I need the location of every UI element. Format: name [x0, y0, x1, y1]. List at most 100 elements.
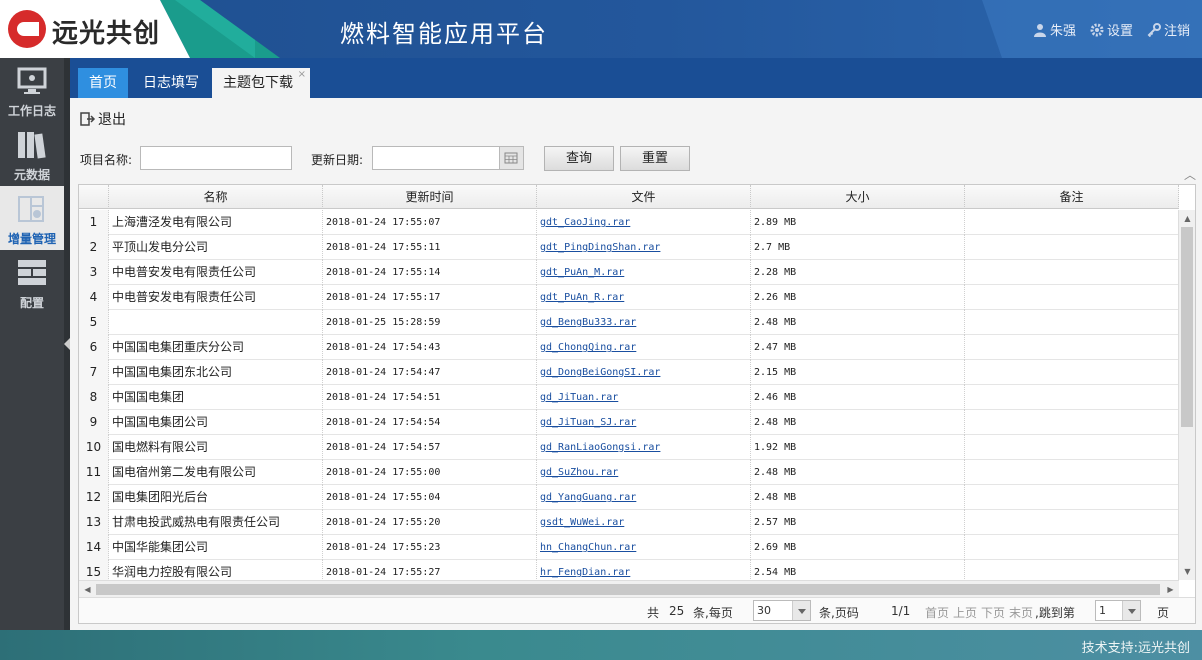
calendar-icon[interactable] — [500, 146, 524, 170]
project-name-label: 项目名称: — [80, 153, 133, 167]
table-row[interactable]: 13 甘肃电投武威热电有限责任公司 2018-01-24 17:55:20 gs… — [79, 510, 1179, 535]
table-row[interactable]: 2 平顶山发电分公司 2018-01-24 17:55:11 gdt_PingD… — [79, 235, 1179, 260]
vertical-scroll-thumb[interactable] — [1181, 227, 1193, 427]
first-page-link[interactable]: 首页 — [925, 604, 949, 621]
cell-size: 2.15 MB — [751, 360, 965, 385]
sidebar-item-config[interactable]: 配置 — [0, 250, 64, 314]
row-index: 8 — [79, 385, 109, 410]
cell-size: 2.26 MB — [751, 285, 965, 310]
cell-time: 2018-01-24 17:55:14 — [323, 260, 537, 285]
table-row[interactable]: 14 中国华能集团公司 2018-01-24 17:55:23 hn_Chang… — [79, 535, 1179, 560]
project-name-input[interactable] — [140, 146, 292, 170]
chevron-down-icon — [1122, 601, 1140, 620]
table-row[interactable]: 4 中电普安发电有限责任公司 2018-01-24 17:55:17 gdt_P… — [79, 285, 1179, 310]
table-row[interactable]: 6 中国国电集团重庆分公司 2018-01-24 17:54:43 gd_Cho… — [79, 335, 1179, 360]
table-row[interactable]: 11 国电宿州第二发电有限公司 2018-01-24 17:55:00 gd_S… — [79, 460, 1179, 485]
row-index: 1 — [79, 210, 109, 235]
sidebar-item-label: 增量管理 — [7, 232, 56, 246]
filter-bar: 项目名称: 更新日期: 查询 重置 — [70, 138, 1202, 178]
settings-button[interactable]: 设置 — [1090, 20, 1133, 39]
exit-button[interactable]: 退出 — [80, 109, 126, 129]
cell-size: 2.46 MB — [751, 385, 965, 410]
cell-file-link[interactable]: gd_BengBu333.rar — [537, 310, 751, 335]
table-row[interactable]: 12 国电集团阳光后台 2018-01-24 17:55:04 gd_YangG… — [79, 485, 1179, 510]
scroll-left-icon[interactable]: ◀ — [79, 581, 96, 598]
cell-size: 1.92 MB — [751, 435, 965, 460]
query-button[interactable]: 查询 — [544, 146, 614, 171]
column-header-note[interactable]: 备注 — [965, 185, 1179, 209]
jump-page-select[interactable]: 1 — [1095, 600, 1141, 621]
table-row[interactable]: 9 中国国电集团公司 2018-01-24 17:54:54 gd_JiTuan… — [79, 410, 1179, 435]
table-row[interactable]: 1 上海漕泾发电有限公司 2018-01-24 17:55:07 gdt_Cao… — [79, 210, 1179, 235]
collapse-filter-icon[interactable]: ︿ — [1184, 166, 1196, 183]
cell-file-link[interactable]: gd_ChongQing.rar — [537, 335, 751, 360]
vertical-scrollbar[interactable]: ▲ ▼ — [1178, 210, 1195, 580]
cell-note — [965, 260, 1179, 285]
last-page-link[interactable]: 末页 — [1009, 604, 1033, 621]
column-header-name[interactable]: 名称 — [109, 185, 323, 209]
cell-file-link[interactable]: hn_ChangChun.rar — [537, 535, 751, 560]
cell-note — [965, 535, 1179, 560]
cell-note — [965, 460, 1179, 485]
cell-name: 中国国电集团 — [109, 385, 323, 410]
cell-note — [965, 510, 1179, 535]
column-header-file[interactable]: 文件 — [537, 185, 751, 209]
cell-file-link[interactable]: gd_SuZhou.rar — [537, 460, 751, 485]
scroll-down-icon[interactable]: ▼ — [1179, 563, 1196, 580]
cell-note — [965, 335, 1179, 360]
table-row[interactable]: 7 中国国电集团东北公司 2018-01-24 17:54:47 gd_Dong… — [79, 360, 1179, 385]
sidebar-item-metadata[interactable]: 元数据 — [0, 122, 64, 186]
cell-file-link[interactable]: gd_JiTuan_SJ.rar — [537, 410, 751, 435]
cell-file-link[interactable]: gdt_PuAn_R.rar — [537, 285, 751, 310]
logout-button[interactable]: 注销 — [1147, 20, 1190, 39]
table-row[interactable]: 8 中国国电集团 2018-01-24 17:54:51 gd_JiTuan.r… — [79, 385, 1179, 410]
cell-file-link[interactable]: gdt_PuAn_M.rar — [537, 260, 751, 285]
table-row[interactable]: 5 2018-01-25 15:28:59 gd_BengBu333.rar 2… — [79, 310, 1179, 335]
scroll-right-icon[interactable]: ▶ — [1162, 581, 1179, 598]
row-index: 4 — [79, 285, 109, 310]
user-menu[interactable]: 朱强 — [1033, 20, 1076, 39]
jump-page-value: 1 — [1099, 604, 1106, 617]
table-row[interactable]: 15 华润电力控股有限公司 2018-01-24 17:55:27 hr_Fen… — [79, 560, 1179, 580]
grid-body: 1 上海漕泾发电有限公司 2018-01-24 17:55:07 gdt_Cao… — [79, 210, 1179, 580]
cell-file-link[interactable]: gd_RanLiaoGongsi.rar — [537, 435, 751, 460]
tab-download-label: 主题包下载 — [223, 75, 293, 91]
reset-button[interactable]: 重置 — [620, 146, 690, 171]
column-header-size[interactable]: 大小 — [751, 185, 965, 209]
logo-icon — [8, 10, 46, 48]
tab-bar: 首页 日志填写 主题包下载 × — [70, 58, 1202, 98]
cell-file-link[interactable]: gdt_PingDingShan.rar — [537, 235, 751, 260]
horizontal-scroll-thumb[interactable] — [96, 584, 1160, 595]
tab-download[interactable]: 主题包下载 × — [212, 68, 310, 98]
cell-note — [965, 485, 1179, 510]
cell-file-link[interactable]: gd_JiTuan.rar — [537, 385, 751, 410]
tab-log[interactable]: 日志填写 — [132, 68, 210, 98]
cell-name: 国电集团阳光后台 — [109, 485, 323, 510]
config-icon — [18, 260, 46, 285]
cell-file-link[interactable]: gd_YangGuang.rar — [537, 485, 751, 510]
exit-icon — [80, 112, 96, 126]
update-date-input[interactable] — [372, 146, 500, 170]
per-page-select[interactable]: 30 — [753, 600, 811, 621]
sidebar-item-label: 元数据 — [13, 168, 50, 182]
cell-file-link[interactable]: gdt_CaoJing.rar — [537, 210, 751, 235]
cell-file-link[interactable]: hr_FengDian.rar — [537, 560, 751, 580]
scroll-up-icon[interactable]: ▲ — [1179, 210, 1196, 227]
cell-file-link[interactable]: gd_DongBeiGongSI.rar — [537, 360, 751, 385]
sidebar-item-incremental[interactable]: 增量管理 — [0, 186, 64, 250]
cell-size: 2.47 MB — [751, 335, 965, 360]
cell-time: 2018-01-24 17:55:07 — [323, 210, 537, 235]
sidebar-item-work-log[interactable]: 工作日志 — [0, 58, 64, 122]
tab-home[interactable]: 首页 — [78, 68, 128, 98]
column-header-time[interactable]: 更新时间 — [323, 185, 537, 209]
next-page-link[interactable]: 下页 — [981, 604, 1005, 621]
prev-page-link[interactable]: 上页 — [953, 604, 977, 621]
table-row[interactable]: 10 国电燃料有限公司 2018-01-24 17:54:57 gd_RanLi… — [79, 435, 1179, 460]
cell-note — [965, 285, 1179, 310]
table-row[interactable]: 3 中电普安发电有限责任公司 2018-01-24 17:55:14 gdt_P… — [79, 260, 1179, 285]
close-icon[interactable]: × — [298, 60, 306, 90]
row-index: 15 — [79, 560, 109, 580]
horizontal-scrollbar[interactable]: ◀ ▶ — [79, 580, 1179, 597]
cell-file-link[interactable]: gsdt_WuWei.rar — [537, 510, 751, 535]
per-page-value: 30 — [757, 604, 771, 617]
